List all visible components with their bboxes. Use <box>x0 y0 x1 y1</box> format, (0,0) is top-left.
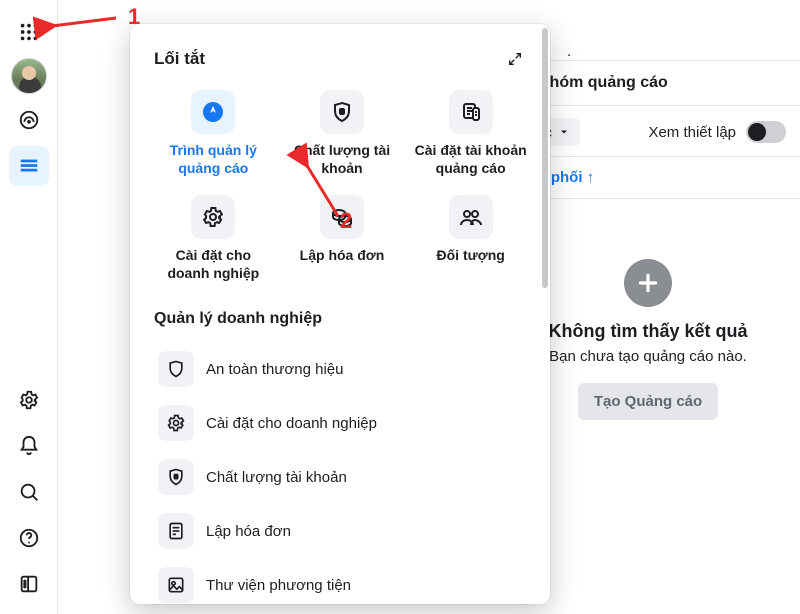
shortcut-label: Cài đặt tài khoản quảng cáo <box>411 142 530 177</box>
create-ad-button[interactable]: Tạo Quảng cáo <box>578 383 718 420</box>
shortcut-account-quality[interactable]: Chất lượng tài khoản <box>283 86 402 181</box>
image-icon <box>166 575 186 595</box>
popover-section-title: Quản lý doanh nghiệp <box>154 310 530 328</box>
shield-tag-icon <box>166 467 186 487</box>
table-icon <box>18 155 40 177</box>
shortcut-label: Chất lượng tài khoản <box>283 142 402 177</box>
compass-icon <box>201 100 225 124</box>
view-setup: Xem thiết lập <box>648 121 786 143</box>
panel-toggle-button[interactable] <box>9 564 49 604</box>
shortcut-ads-manager[interactable]: Trình quản lý quảng cáo <box>154 86 273 181</box>
list-label: Chất lượng tài khoản <box>206 469 347 486</box>
people-icon <box>459 205 483 229</box>
shortcuts-popover: Lối tắt Trình quản lý quảng cáo Chất lượ… <box>130 24 550 604</box>
expand-button[interactable] <box>500 44 530 74</box>
invoice-icon <box>166 521 186 541</box>
view-setup-label: Xem thiết lập <box>648 124 736 141</box>
caret-down-icon <box>558 126 570 138</box>
gear-icon <box>201 205 225 229</box>
shortcut-label: Lập hóa đơn <box>300 247 385 265</box>
shortcut-label: Trình quản lý quảng cáo <box>154 142 273 177</box>
list-billing[interactable]: Lập hóa đơn <box>154 504 530 558</box>
coins-icon <box>330 205 354 229</box>
shortcut-label: Đối tượng <box>437 247 505 265</box>
notifications-button[interactable] <box>9 426 49 466</box>
popover-title: Lối tắt <box>154 49 205 69</box>
gear-icon <box>166 413 186 433</box>
search-icon <box>18 481 40 503</box>
shortcut-billing[interactable]: Lập hóa đơn <box>283 191 402 286</box>
apps-grid-icon <box>18 21 40 43</box>
gear-icon <box>18 389 40 411</box>
list-brand-safety[interactable]: An toàn thương hiệu <box>154 342 530 396</box>
empty-state-plus <box>624 259 672 307</box>
main-area: . Nhóm quảng cáo Khác Xem thiết lập Phân… <box>58 0 800 614</box>
bell-icon <box>18 435 40 457</box>
empty-state-sub: Bạn chưa tạo quảng cáo nào. <box>516 348 780 365</box>
settings-button[interactable] <box>9 380 49 420</box>
list-account-quality[interactable]: Chất lượng tài khoản <box>154 450 530 504</box>
list-business-settings[interactable]: Cài đặt cho doanh nghiệp <box>154 396 530 450</box>
search-button[interactable] <box>9 472 49 512</box>
panel-icon <box>18 573 40 595</box>
section-title: Nhóm quảng cáo <box>538 74 668 92</box>
list-label: Lập hóa đơn <box>206 523 291 540</box>
shortcut-label: Cài đặt cho doanh nghiệp <box>154 247 273 282</box>
shortcut-ad-account-settings[interactable]: Cài đặt tài khoản quảng cáo <box>411 86 530 181</box>
stray-text: . <box>567 43 571 60</box>
list-label: Thư viện phương tiện <box>206 577 351 594</box>
avatar[interactable] <box>11 58 47 94</box>
empty-state-title: Không tìm thấy kết quả <box>516 321 780 342</box>
help-button[interactable] <box>9 518 49 558</box>
doc-list-icon <box>459 100 483 124</box>
shield-icon <box>166 359 186 379</box>
left-sidebar <box>0 0 58 614</box>
shortcut-audiences[interactable]: Đối tượng <box>411 191 530 286</box>
list-label: An toàn thương hiệu <box>206 361 343 378</box>
view-setup-toggle[interactable] <box>746 121 786 143</box>
shield-tag-icon <box>330 100 354 124</box>
apps-grid-button[interactable] <box>9 12 49 52</box>
shortcuts-grid: Trình quản lý quảng cáo Chất lượng tài k… <box>154 86 530 286</box>
shortcut-business-settings[interactable]: Cài đặt cho doanh nghiệp <box>154 191 273 286</box>
help-icon <box>18 527 40 549</box>
list-media-library[interactable]: Thư viện phương tiện <box>154 558 530 604</box>
expand-icon <box>507 51 523 67</box>
plus-icon <box>635 270 661 296</box>
list-label: Cài đặt cho doanh nghiệp <box>206 415 377 432</box>
table-button[interactable] <box>9 146 49 186</box>
gauge-icon <box>18 109 40 131</box>
gauge-button[interactable] <box>9 100 49 140</box>
